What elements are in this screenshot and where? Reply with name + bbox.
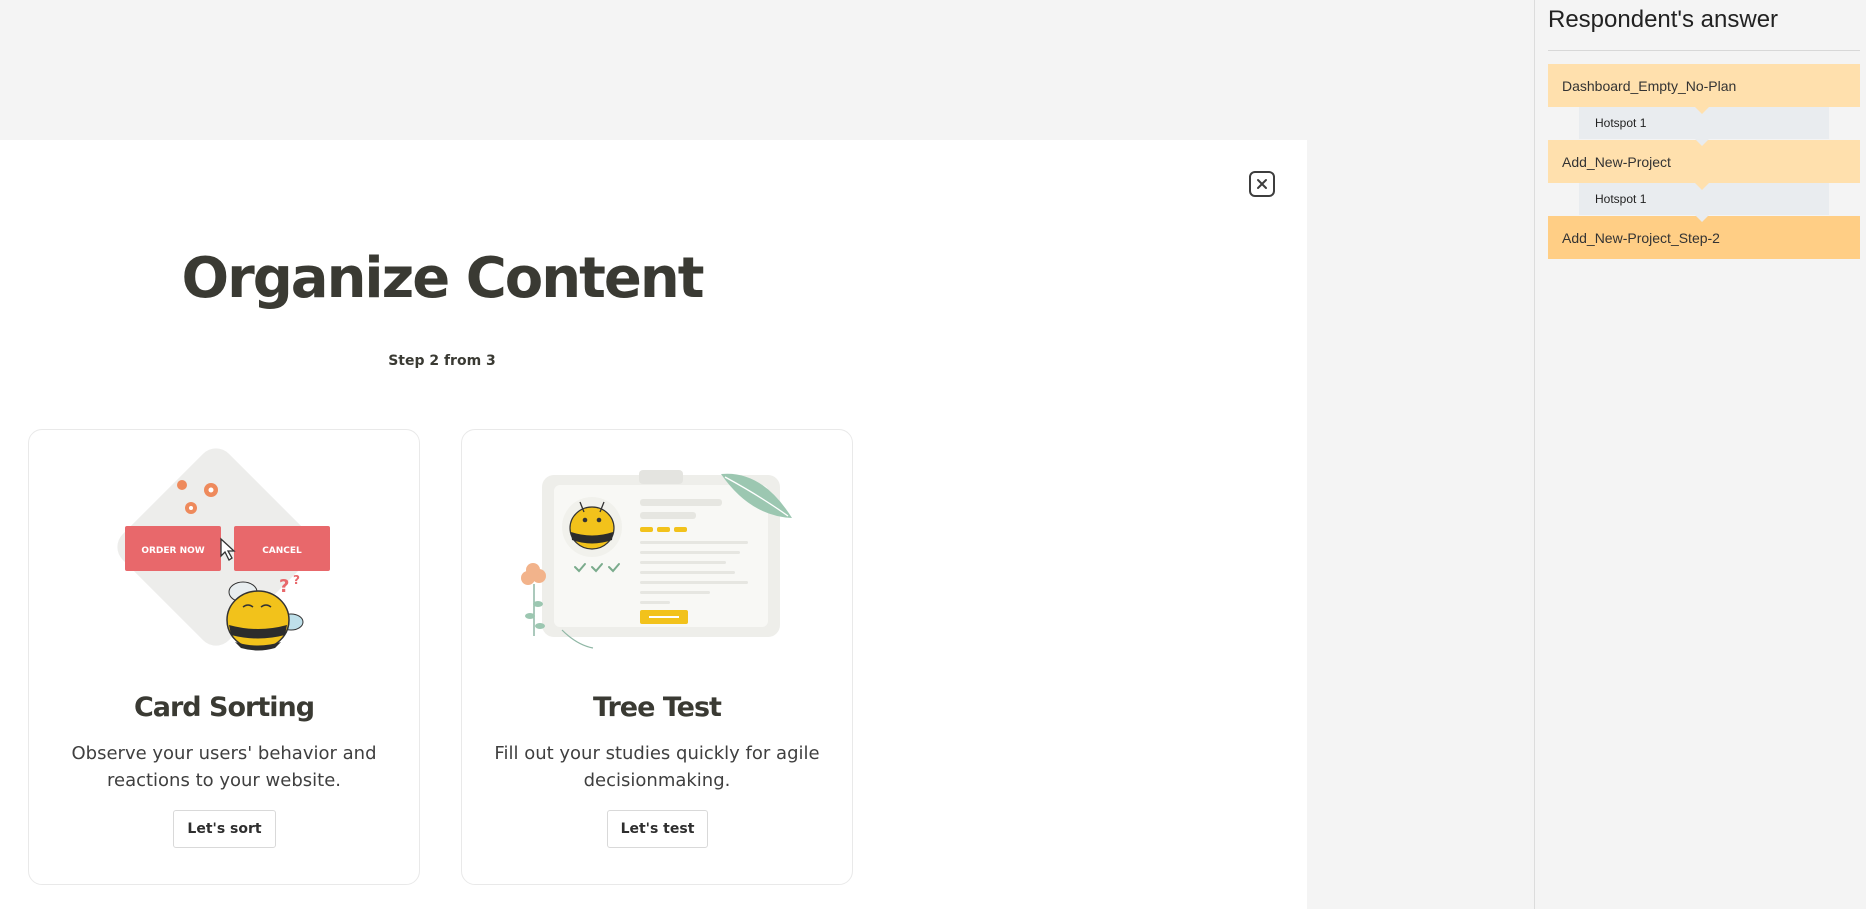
respondent-answer-panel: Respondent's answer Hotspot 1 Hotspot 1 …: [1534, 0, 1866, 909]
svg-text:ORDER NOW: ORDER NOW: [141, 546, 204, 556]
tree-test-card: Tree Test Fill out your studies quickly …: [461, 429, 853, 885]
tree-test-description: Fill out your studies quickly for agile …: [494, 743, 820, 791]
path-screen-item[interactable]: Add_New-Project: [1548, 140, 1860, 190]
screen-label: Add_New-Project: [1562, 153, 1671, 170]
lets-test-button[interactable]: Let's test: [607, 810, 708, 848]
lets-sort-button[interactable]: Let's sort: [173, 810, 276, 848]
step-indicator: Step 2 from 3: [388, 353, 496, 369]
prototype-viewport: Organize Content Step 2 from 3 ORDER NOW…: [0, 0, 1534, 909]
card-sorting-description: Observe your users' behavior and reactio…: [71, 743, 377, 791]
card-sorting-card: ORDER NOW CANCEL ? ? Card Sorting Observ…: [28, 429, 420, 885]
path-screen-item[interactable]: Dashboard_Empty_No-Plan: [1548, 64, 1860, 114]
close-icon: [1257, 179, 1267, 189]
hotspot-label: Hotspot 1: [1595, 191, 1647, 206]
screen-label: Dashboard_Empty_No-Plan: [1562, 77, 1737, 94]
divider: [1548, 50, 1860, 51]
svg-text:?: ?: [279, 576, 289, 597]
hotspot-label: Hotspot 1: [1595, 115, 1647, 130]
tree-test-illustration: [521, 470, 792, 649]
card-sorting-title: Card Sorting: [133, 692, 315, 723]
bee-avatar-icon: [562, 497, 622, 557]
screen-label: Add_New-Project_Step-2: [1562, 229, 1720, 246]
organize-content-modal: Organize Content Step 2 from 3 ORDER NOW…: [0, 140, 1307, 909]
path-screen-item-current[interactable]: Add_New-Project_Step-2: [1548, 216, 1860, 259]
card-sorting-illustration: ORDER NOW CANCEL ? ?: [117, 448, 330, 651]
bee-icon: [226, 581, 304, 651]
modal-title: Organize Content: [181, 246, 704, 311]
close-button[interactable]: [1249, 171, 1275, 197]
panel-title: Respondent's answer: [1548, 6, 1779, 33]
tree-test-title: Tree Test: [593, 692, 722, 723]
svg-text:?: ?: [293, 573, 300, 587]
svg-text:CANCEL: CANCEL: [262, 546, 302, 556]
